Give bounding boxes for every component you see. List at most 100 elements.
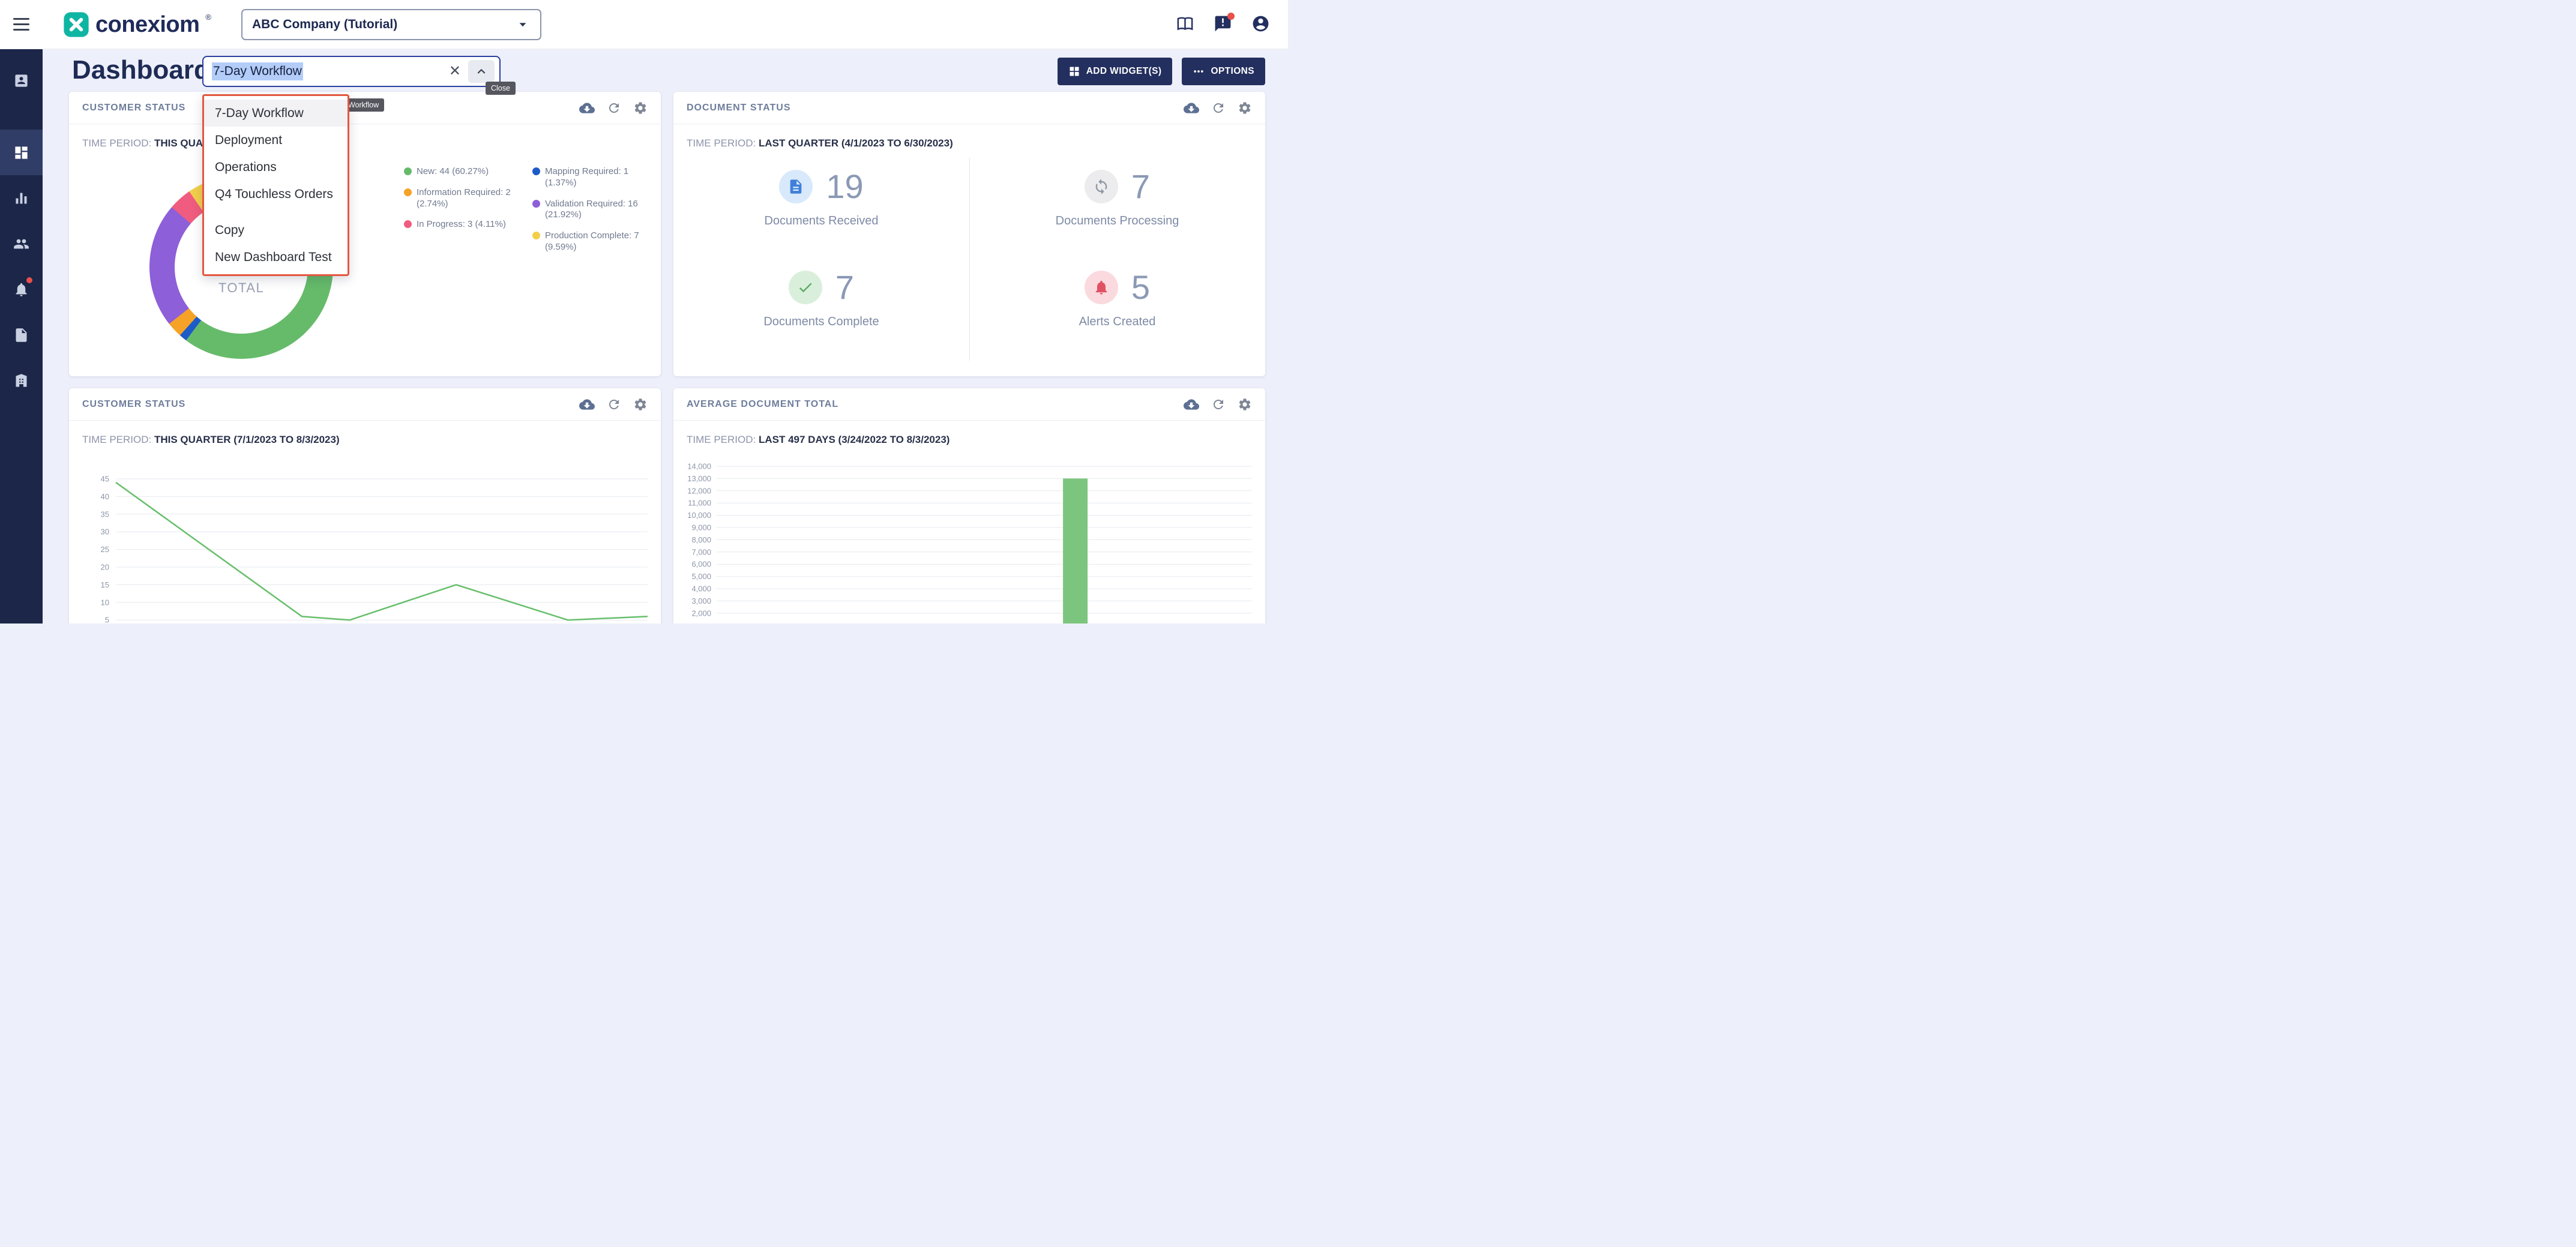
sidebar-item-dashboards[interactable] — [0, 130, 43, 175]
more-dots-icon — [1193, 65, 1205, 77]
document-icon — [779, 170, 813, 203]
stat-documents-complete: 7Documents Complete — [673, 248, 969, 349]
check-icon — [789, 271, 822, 304]
add-widgets-button[interactable]: ADD WIDGET(S) — [1058, 58, 1173, 85]
widget-actions — [1184, 397, 1252, 412]
company-selector[interactable]: ABC Company (Tutorial) — [241, 9, 541, 40]
knowledge-base-icon[interactable] — [1176, 14, 1194, 35]
stat-value: 7 — [1131, 167, 1150, 206]
feedback-badge-dot — [1227, 13, 1235, 20]
topbar: conexiom ® ABC Company (Tutorial) — [0, 0, 1288, 49]
dashboard-selector[interactable]: 7-Day Workflow ✕ — [202, 56, 501, 87]
legend-item: In Progress: 3 (4.11%) — [404, 219, 523, 230]
sidebar-item-customers[interactable] — [0, 221, 43, 266]
widget-actions — [579, 100, 648, 116]
refresh-widget-icon[interactable] — [607, 101, 621, 115]
svg-text:10,000: 10,000 — [687, 511, 711, 520]
sidebar-item-organization[interactable] — [0, 358, 43, 403]
widgets-icon — [1068, 65, 1080, 77]
svg-text:14,000: 14,000 — [687, 462, 711, 471]
widget-settings-icon[interactable] — [1238, 397, 1252, 412]
widget-settings-icon[interactable] — [1238, 101, 1252, 115]
divider — [969, 158, 970, 361]
account-icon[interactable] — [1251, 14, 1270, 35]
header-buttons: ADD WIDGET(S) OPTIONS — [1058, 58, 1265, 85]
svg-text:40: 40 — [101, 492, 109, 501]
bar-chart: 14,00013,00012,00011,00010,0009,0008,000… — [685, 459, 1253, 624]
notification-badge-dot — [26, 277, 32, 283]
svg-text:20: 20 — [101, 563, 109, 572]
time-period: TIME PERIOD: LAST 497 DAYS (3/24/2022 TO… — [687, 434, 949, 446]
svg-text:5: 5 — [105, 616, 109, 624]
stat-label: Documents Processing — [1056, 214, 1179, 228]
page-title: Dashboard — [72, 55, 210, 85]
svg-text:45: 45 — [101, 475, 109, 484]
conexiom-logo: conexiom ® — [63, 11, 211, 38]
svg-text:2,000: 2,000 — [691, 608, 711, 617]
widget-actions — [579, 397, 648, 412]
download-widget-icon[interactable] — [579, 100, 595, 116]
time-period: TIME PERIOD: THIS QUARTER (7/1/2023 TO 8… — [82, 434, 340, 446]
svg-text:6,000: 6,000 — [691, 560, 711, 569]
widget-title: CUSTOMER STATUS — [82, 399, 185, 410]
svg-text:30: 30 — [101, 527, 109, 536]
legend-dot — [404, 188, 412, 196]
options-button[interactable]: OPTIONS — [1182, 58, 1265, 85]
widget-title: AVERAGE DOCUMENT TOTAL — [687, 399, 838, 410]
legend-dot — [532, 232, 540, 239]
svg-text:9,000: 9,000 — [691, 523, 711, 532]
stat-documents-processing: 7 Documents Processing — [969, 147, 1265, 248]
company-selector-value: ABC Company (Tutorial) — [252, 17, 397, 32]
bell-icon — [1085, 271, 1118, 304]
download-widget-icon[interactable] — [1184, 100, 1199, 116]
widget-settings-icon[interactable] — [633, 101, 648, 115]
sidebar-item-documents[interactable] — [0, 312, 43, 358]
stat-alerts-created: 5 Alerts Created — [969, 248, 1265, 349]
download-widget-icon[interactable] — [579, 397, 595, 412]
stat-label: Documents Received — [764, 214, 878, 228]
conexiom-logo-icon — [63, 11, 89, 38]
refresh-widget-icon[interactable] — [607, 397, 621, 412]
legend-item: Production Complete: 7 (9.59%) — [532, 230, 651, 253]
sidebar-item-analytics[interactable] — [0, 175, 43, 221]
svg-text:35: 35 — [101, 509, 109, 518]
stat-label: Alerts Created — [1079, 315, 1156, 329]
menu-icon[interactable] — [0, 0, 43, 49]
legend-item: Validation Required: 16 (21.92%) — [532, 199, 651, 221]
dashboard-selector-value: 7-Day Workflow — [212, 62, 303, 80]
donut-total-label: TOTAL — [218, 280, 264, 296]
download-widget-icon[interactable] — [1184, 397, 1199, 412]
legend-dot — [404, 220, 412, 228]
dropdown-item-new-dashboard-test[interactable]: New Dashboard Test — [204, 244, 348, 271]
sidebar-item-contacts[interactable] — [0, 58, 43, 103]
dropdown-item-copy[interactable]: Copy — [204, 217, 348, 244]
widget-settings-icon[interactable] — [633, 397, 648, 412]
stat-value: 5 — [1131, 268, 1150, 307]
stat-documents-received: 19Documents Received — [673, 147, 969, 248]
dropdown-item-q4-touchless-orders[interactable]: Q4 Touchless Orders — [204, 181, 348, 208]
svg-text:5,000: 5,000 — [691, 572, 711, 581]
refresh-widget-icon[interactable] — [1211, 397, 1226, 412]
stat-value: 7 — [835, 268, 854, 307]
refresh-widget-icon[interactable] — [1211, 101, 1226, 115]
legend-dot — [404, 167, 412, 175]
widget-customer-status-line: CUSTOMER STATUS TIME PERIOD: THIS QUARTE… — [69, 388, 661, 624]
svg-text:12,000: 12,000 — [687, 486, 711, 495]
widget-actions — [1184, 100, 1252, 116]
dropdown-collapse-button[interactable] — [468, 60, 495, 83]
dropdown-item-operations[interactable]: Operations — [204, 154, 348, 181]
logo-registered-mark: ® — [205, 13, 211, 22]
sync-icon — [1085, 170, 1118, 203]
sidebar-item-notifications[interactable] — [0, 266, 43, 312]
dropdown-item-deployment[interactable]: Deployment — [204, 127, 348, 154]
feedback-icon[interactable] — [1214, 14, 1232, 35]
legend-item: Mapping Required: 1 (1.37%) — [532, 166, 651, 189]
donut-legend: New: 44 (60.27%)Information Required: 2 … — [404, 166, 651, 253]
widget-title: CUSTOMER STATUS — [82, 103, 185, 113]
dropdown-item-7-day-workflow[interactable]: 7-Day Workflow — [204, 100, 348, 127]
bar — [1063, 478, 1088, 624]
dashboard-dropdown: 7-Day WorkflowDeploymentOperationsQ4 Tou… — [202, 94, 349, 276]
svg-text:15: 15 — [101, 580, 109, 589]
legend-item: Information Required: 2 (2.74%) — [404, 187, 523, 210]
clear-selection-icon[interactable]: ✕ — [442, 64, 468, 79]
